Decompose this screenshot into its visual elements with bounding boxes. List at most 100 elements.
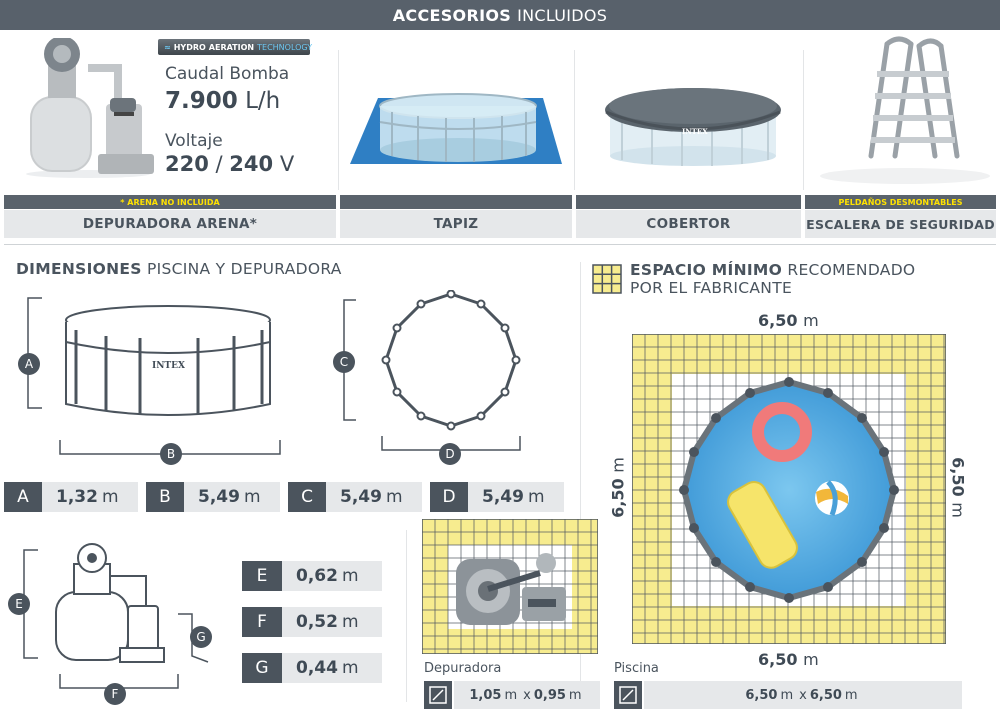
- dim-a-unit: m: [101, 487, 119, 507]
- badge-aeration: AERATION: [208, 42, 255, 52]
- dim-d-num: 5,49: [482, 487, 524, 507]
- dim-c-num: 5,49: [340, 487, 382, 507]
- dim-label-e: E: [242, 561, 282, 591]
- espacio-line2: POR EL FABRICANTE: [630, 279, 793, 297]
- dep-unit-b: m: [568, 687, 582, 703]
- dim-value-d: 5,49 m: [468, 482, 564, 512]
- dim-marker-b: B: [160, 443, 182, 465]
- hydro-aeration-badge: ≈ HYDRO AERATION TECHNOLOGY: [158, 39, 312, 55]
- dim-value-g: 0,44 m: [282, 653, 382, 683]
- dimensiones-rest: PISCINA Y DEPURADORA: [146, 260, 342, 278]
- accessory-cobertor: COBERTOR: [576, 210, 801, 238]
- dim-b-unit: m: [243, 487, 261, 507]
- dimensiones-title: DIMENSIONES PISCINA Y DEPURADORA: [16, 260, 342, 278]
- flow-value-line: 7.900 L/h: [165, 88, 280, 114]
- pis-unit-a: m: [780, 687, 794, 703]
- dim-g-unit: m: [341, 658, 359, 678]
- arena-note: * ARENA NO INCLUIDA: [4, 195, 336, 209]
- space-top-num: 6,50: [758, 311, 798, 330]
- dim-label-d: D: [430, 482, 468, 512]
- space-top-unit: m: [803, 311, 819, 330]
- espacio-title: ESPACIO MÍNIMO RECOMENDADO POR EL FABRIC…: [630, 261, 915, 297]
- volt-label: Voltaje: [165, 131, 223, 151]
- wave-icon: ≈: [164, 42, 171, 52]
- space-right-dim: 6,50 m: [949, 448, 968, 528]
- dim-a-num: 1,32: [56, 487, 98, 507]
- badge-hydro: HYDRO: [173, 42, 206, 52]
- depuradora-size: 1,05 m x 0,95 m: [454, 681, 600, 709]
- dep-unit-a: m: [504, 687, 518, 703]
- pool-logo: INTEX: [152, 361, 185, 371]
- strip-blank: [340, 195, 572, 209]
- area-icon: [424, 681, 452, 709]
- dim-b-num: 5,49: [198, 487, 240, 507]
- pump-clearance-grid: [422, 519, 598, 654]
- divider: [803, 50, 804, 190]
- dim-g-num: 0,44: [296, 658, 338, 678]
- dimensiones-bold: DIMENSIONES: [16, 260, 142, 278]
- dim-label-c: C: [288, 482, 326, 512]
- space-right-num: 6,50: [948, 457, 968, 497]
- space-left-dim: 6,50 m: [609, 448, 628, 528]
- cover-logo: INTEX: [682, 127, 708, 136]
- dim-value-c: 5,49 m: [326, 482, 422, 512]
- dim-e-unit: m: [341, 566, 359, 586]
- header-bold: ACCESORIOS: [392, 5, 512, 25]
- dim-marker-g: G: [190, 626, 212, 648]
- dim-marker-f: F: [104, 683, 126, 705]
- divider: [574, 50, 575, 190]
- dim-value-e: 0,62 m: [282, 561, 382, 591]
- volt-value-line: 220 / 240 V: [165, 152, 294, 176]
- piscina-size: 6,50 m x 6,50 m: [644, 681, 962, 709]
- dim-marker-a: A: [18, 353, 40, 375]
- flow-unit: L/h: [245, 88, 281, 114]
- flow-value: 7.900: [165, 88, 238, 114]
- escalera-image: [820, 36, 990, 184]
- espacio-bold: ESPACIO MÍNIMO: [630, 261, 783, 279]
- dim-f-num: 0,52: [296, 612, 338, 632]
- dim-value-a: 1,32 m: [42, 482, 138, 512]
- dim-marker-d: D: [439, 443, 461, 465]
- tapiz-image: [350, 93, 562, 164]
- space-left-unit: m: [608, 457, 628, 473]
- space-bottom-num: 6,50: [758, 650, 798, 669]
- cobertor-image: [605, 88, 781, 166]
- accessory-escalera: ESCALERA DE SEGURIDAD: [805, 210, 996, 238]
- space-bottom-unit: m: [803, 650, 819, 669]
- dim-f-unit: m: [341, 612, 359, 632]
- espacio-rest: RECOMENDADO: [787, 261, 916, 279]
- volt-a: 220: [165, 152, 209, 176]
- dim-label-f: F: [242, 607, 282, 637]
- area-icon: [614, 681, 642, 709]
- accessory-tapiz: TAPIZ: [340, 210, 572, 238]
- space-bottom-dim: 6,50 m: [758, 650, 819, 669]
- dep-size-b: 0,95: [533, 687, 566, 703]
- divider: [338, 50, 339, 190]
- dep-size-a: 1,05: [469, 687, 502, 703]
- depuradora-label: Depuradora: [424, 661, 502, 676]
- dim-marker-e: E: [8, 593, 30, 615]
- accesorios-header: ACCESORIOS INCLUIDOS: [0, 0, 1000, 30]
- grid-icon: [592, 264, 622, 294]
- column-divider: [406, 530, 407, 702]
- dim-d-unit: m: [527, 487, 545, 507]
- dim-value-f: 0,52 m: [282, 607, 382, 637]
- dim-value-b: 5,49 m: [184, 482, 280, 512]
- dim-e-num: 0,62: [296, 566, 338, 586]
- dim-label-a: A: [4, 482, 42, 512]
- dim-marker-c: C: [333, 351, 355, 373]
- space-top-dim: 6,50 m: [758, 311, 819, 330]
- volt-unit: V: [279, 152, 295, 176]
- peldanos-note: PELDAÑOS DESMONTABLES: [805, 195, 996, 209]
- sand-filter-pump-image: [26, 38, 154, 178]
- section-separator: [4, 244, 996, 245]
- dim-label-g: G: [242, 653, 282, 683]
- piscina-label: Piscina: [614, 661, 659, 676]
- pis-unit-b: m: [844, 687, 858, 703]
- dim-c-unit: m: [385, 487, 403, 507]
- pool-clearance-grid: [632, 334, 946, 644]
- pis-size-a: 6,50: [745, 687, 778, 703]
- volt-b: 240: [229, 152, 274, 176]
- pis-size-b: 6,50: [809, 687, 842, 703]
- header-rest: INCLUIDOS: [517, 5, 608, 25]
